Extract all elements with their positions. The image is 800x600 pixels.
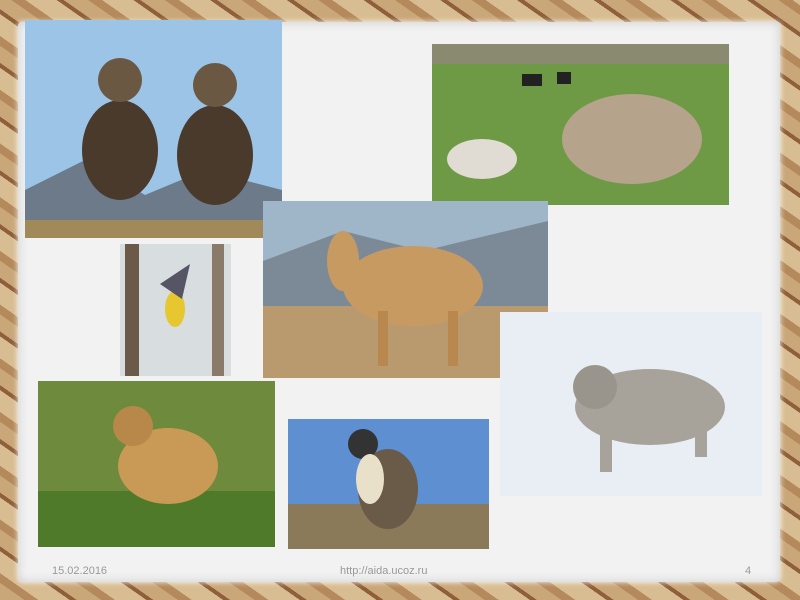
marmot-photo	[38, 381, 275, 547]
falcon-photo	[288, 419, 489, 549]
snow-leopard-photo	[500, 312, 762, 496]
slide: 15.02.2016 http://aida.ucoz.ru 4	[0, 0, 800, 600]
slide-date: 15.02.2016	[52, 565, 108, 577]
bird-photo	[120, 244, 231, 376]
bighorn-sheep-photo	[25, 20, 282, 238]
slide-url: http://aida.ucoz.ru	[340, 565, 428, 577]
slide-number: 4	[745, 565, 752, 577]
yak-photo	[432, 44, 729, 205]
